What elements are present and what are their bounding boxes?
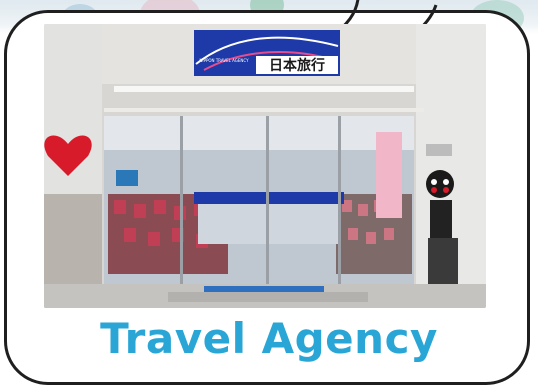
storefront-image: 日本旅行 NIPPON TRAVEL AGENCY bbox=[44, 24, 486, 308]
sign-text: 日本旅行 bbox=[269, 57, 325, 74]
caption-title: Travel Agency bbox=[100, 314, 438, 363]
sign-small-text: NIPPON TRAVEL AGENCY bbox=[199, 58, 249, 63]
page: 日本旅行 NIPPON TRAVEL AGENCY Travel Agency bbox=[0, 0, 538, 389]
storefront-photo: 日本旅行 NIPPON TRAVEL AGENCY bbox=[44, 24, 486, 308]
mascot-figure bbox=[426, 170, 454, 198]
